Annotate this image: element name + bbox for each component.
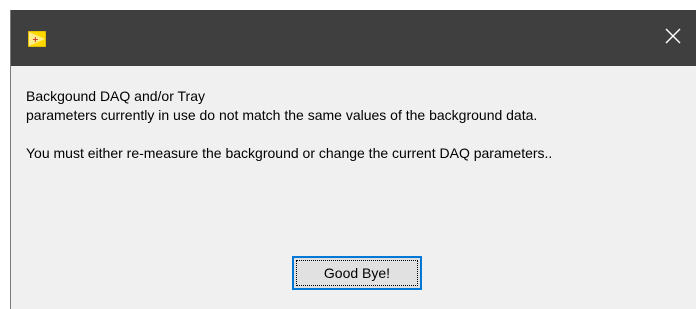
message-text: Backgound DAQ and/or Tray parameters cur… xyxy=(26,87,686,163)
app-icon: + xyxy=(27,30,47,48)
message-line: You must either re-measure the backgroun… xyxy=(26,145,553,161)
good-bye-button[interactable]: Good Bye! xyxy=(292,256,422,290)
close-icon xyxy=(665,28,681,49)
svg-text:+: + xyxy=(32,35,39,44)
message-line: parameters currently in use do not match… xyxy=(26,107,538,123)
message-dialog: + Backgound DAQ and/or Tray parameters c… xyxy=(10,10,696,309)
title-bar[interactable]: + xyxy=(11,10,696,66)
close-button[interactable] xyxy=(650,10,696,66)
good-bye-button-label: Good Bye! xyxy=(323,265,391,281)
message-line: Backgound DAQ and/or Tray xyxy=(26,88,205,104)
